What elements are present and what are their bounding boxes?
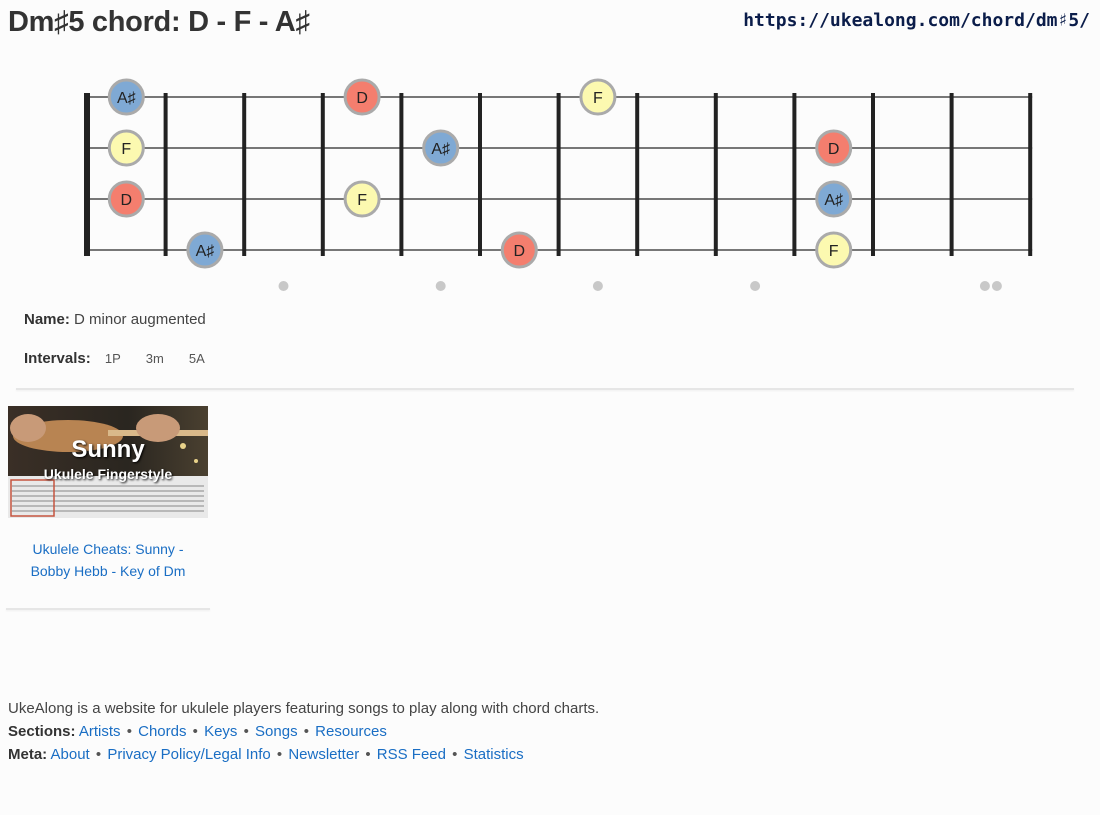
chord-name-value: D minor augmented — [74, 311, 206, 328]
footer-sections: Sections: Artists • Chords • Keys • Song… — [8, 723, 387, 740]
chord-note: A♯ — [107, 78, 145, 116]
footer-link-songs[interactable]: Songs — [255, 723, 298, 740]
note-label: A♯ — [196, 243, 215, 260]
chord-name-row: Name: D minor augmented — [24, 311, 206, 328]
chord-note: F — [343, 180, 381, 218]
chord-note: D — [500, 231, 538, 269]
chord-note: A♯ — [186, 231, 224, 269]
footer-link-chords[interactable]: Chords — [138, 723, 186, 740]
song-card[interactable]: Sunny Ukulele Fingerstyle Ukulele Cheats… — [8, 406, 208, 582]
note-label: F — [357, 192, 367, 209]
page-title: Dm♯5 chord: D - F - A♯ — [8, 6, 310, 38]
inlay-dot — [592, 281, 603, 291]
chord-note: A♯ — [422, 129, 460, 167]
note-label: D — [828, 141, 840, 158]
footer-link-about[interactable]: About — [51, 746, 90, 763]
inlay-dot — [750, 281, 761, 291]
meta-label: Meta: — [8, 746, 48, 763]
note-label: F — [829, 243, 839, 260]
note-label: D — [121, 192, 133, 209]
footer-link-rss[interactable]: RSS Feed — [377, 746, 446, 763]
song-link[interactable]: Ukulele Cheats: Sunny - Bobby Hebb - Key… — [8, 538, 208, 582]
note-label: A♯ — [431, 141, 450, 158]
site-footer: UkeAlong is a website for ukulele player… — [8, 697, 599, 766]
sections-label: Sections: — [8, 723, 76, 740]
note-label: A♯ — [824, 192, 843, 209]
chord-name-label: Name: — [24, 311, 70, 328]
footer-link-statistics[interactable]: Statistics — [464, 746, 524, 763]
footer-link-newsletter[interactable]: Newsletter — [288, 746, 359, 763]
chord-note: F — [815, 231, 853, 269]
footer-description: UkeAlong is a website for ukulele player… — [8, 700, 600, 717]
thumbnail-title: Sunny — [71, 436, 145, 463]
note-label: F — [121, 141, 131, 158]
note-label: F — [593, 90, 603, 107]
footer-link-keys[interactable]: Keys — [204, 723, 237, 740]
fretboard-diagram: A♯ D F F A♯ D D F A♯ A♯ D F — [84, 78, 1033, 291]
interval-item: 5A — [188, 351, 205, 366]
page-url[interactable]: https://ukealong.com/chord/dm♯5/ — [743, 10, 1090, 31]
note-label: D — [514, 243, 526, 260]
interval-item: 3m — [145, 351, 164, 366]
thumbnail-subtitle: Ukulele Fingerstyle — [43, 466, 173, 482]
chord-note: D — [343, 78, 381, 116]
interval-item: 1P — [104, 351, 121, 366]
chord-note: F — [107, 129, 145, 167]
song-thumbnail[interactable]: Sunny Ukulele Fingerstyle — [8, 406, 208, 518]
card-divider — [6, 608, 210, 610]
footer-link-privacy[interactable]: Privacy Policy/Legal Info — [107, 746, 270, 763]
inlay-dot — [435, 281, 446, 291]
inlay-dot — [278, 281, 289, 291]
chord-intervals-row: Intervals: 1P 3m 5A — [24, 350, 220, 367]
chord-note: F — [579, 78, 617, 116]
chord-note: D — [107, 180, 145, 218]
chord-note: D — [815, 129, 853, 167]
section-divider — [16, 388, 1074, 390]
footer-meta: Meta: About • Privacy Policy/Legal Info … — [8, 746, 524, 763]
inlay-dot — [991, 281, 1002, 291]
intervals-label: Intervals: — [24, 350, 91, 367]
chord-note: A♯ — [815, 180, 853, 218]
footer-link-resources[interactable]: Resources — [315, 723, 387, 740]
note-label: D — [356, 90, 368, 107]
note-label: A♯ — [117, 90, 136, 107]
footer-link-artists[interactable]: Artists — [79, 723, 121, 740]
inlay-dot — [979, 281, 990, 291]
